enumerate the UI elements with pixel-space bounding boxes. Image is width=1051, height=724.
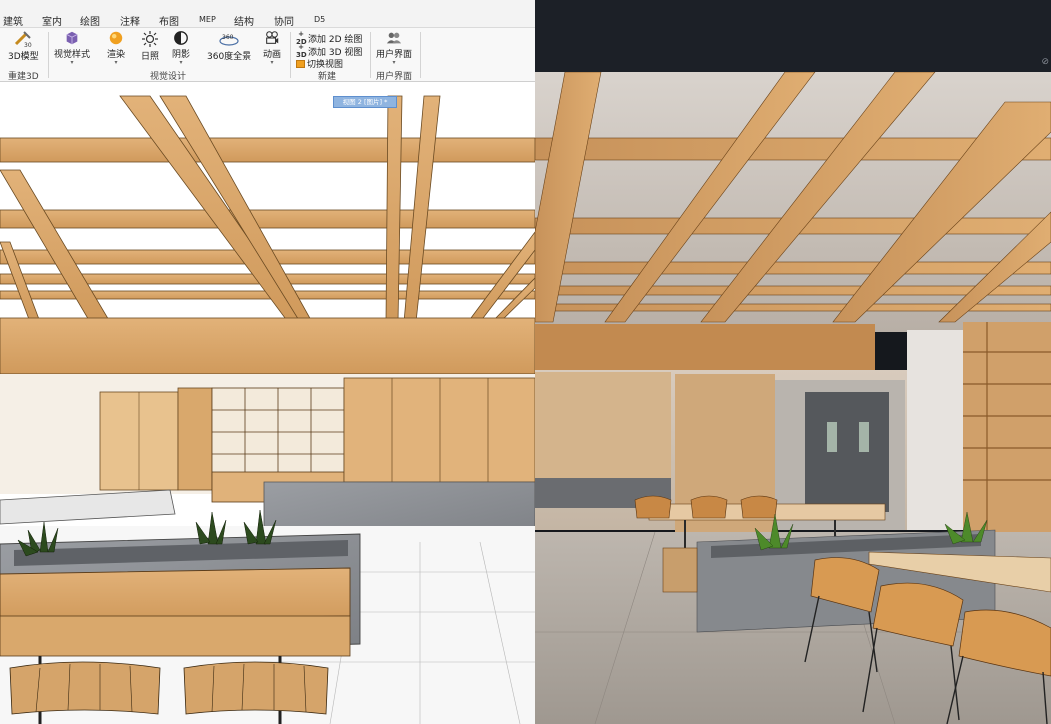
menu-collaborate[interactable]: 协同 bbox=[274, 13, 294, 28]
sun-icon bbox=[142, 31, 158, 47]
panel-corner-icon[interactable]: ⊘ bbox=[1041, 56, 1049, 67]
chevron-down-icon: ▾ bbox=[114, 59, 118, 66]
render-image bbox=[535, 72, 1051, 724]
group-visual-label: 视觉设计 bbox=[150, 72, 187, 82]
cad-3d-viewport[interactable] bbox=[0, 82, 535, 724]
panorama-label: 360度全景 bbox=[207, 52, 252, 62]
camera-icon bbox=[266, 31, 279, 44]
menu-architecture[interactable]: 建筑 bbox=[3, 13, 23, 28]
ribbon-separator bbox=[48, 32, 49, 78]
visual-style-button[interactable]: 视觉样式 ▾ bbox=[54, 30, 90, 66]
sun-button[interactable]: 日照 bbox=[141, 30, 159, 66]
menu-d5[interactable]: D5 bbox=[314, 15, 325, 24]
menu-drawing[interactable]: 绘图 bbox=[80, 13, 100, 28]
group-rebuild-label: 重建3D bbox=[8, 72, 39, 82]
sun-label: 日照 bbox=[141, 52, 160, 62]
group-new-label: 新建 bbox=[318, 72, 337, 82]
cube-icon bbox=[66, 31, 78, 45]
ribbon-separator bbox=[290, 32, 291, 78]
3d-model-icon: 30 bbox=[15, 31, 32, 48]
menu-bar: 建筑 室内 绘图 注释 布图 MEP 结构 协同 D5 bbox=[0, 0, 535, 28]
model3d-label: 3D模型 bbox=[8, 52, 39, 62]
ribbon-separator bbox=[420, 32, 421, 78]
render-top-bar bbox=[535, 0, 1051, 72]
chevron-down-icon: ▾ bbox=[179, 59, 183, 66]
render-preview-panel: ⊘ bbox=[535, 0, 1051, 724]
menu-annotate[interactable]: 注释 bbox=[120, 13, 140, 28]
group-ui-label: 用户界面 bbox=[376, 72, 413, 82]
viewport-tab[interactable]: 视图 2 [图片] * bbox=[333, 96, 397, 108]
menu-layout[interactable]: 布图 bbox=[159, 13, 179, 28]
teapot-sphere-icon bbox=[109, 31, 123, 45]
animation-button[interactable]: 动画 ▾ bbox=[263, 30, 281, 66]
switch-view-icon bbox=[296, 59, 305, 68]
svg-text:30: 30 bbox=[24, 42, 32, 48]
ribbon-toolbar: 30 3D模型 重建3D 视觉样式 ▾ 渲染 ▾ 日照 阴影 ▾ 360 360… bbox=[0, 28, 535, 82]
ribbon-separator bbox=[370, 32, 371, 78]
chevron-down-icon: ▾ bbox=[270, 59, 274, 66]
cad-application-panel: 建筑 室内 绘图 注释 布图 MEP 结构 协同 D5 30 3D模型 重建3D bbox=[0, 0, 535, 724]
menu-structure[interactable]: 结构 bbox=[234, 13, 254, 28]
render-button[interactable]: 渲染 ▾ bbox=[107, 30, 125, 66]
user-interface-button[interactable]: 用户界面 ▾ bbox=[376, 30, 412, 66]
model3d-button[interactable]: 30 3D模型 bbox=[8, 30, 39, 66]
360-panorama-icon: 360 bbox=[219, 34, 239, 46]
shadow-icon bbox=[174, 31, 188, 45]
panorama-button[interactable]: 360 360度全景 bbox=[207, 30, 251, 66]
svg-text:360: 360 bbox=[222, 34, 234, 41]
chevron-down-icon: ▾ bbox=[70, 59, 74, 66]
menu-mep[interactable]: MEP bbox=[199, 15, 216, 24]
users-icon bbox=[386, 32, 402, 44]
shadow-button[interactable]: 阴影 ▾ bbox=[172, 30, 190, 66]
menu-interior[interactable]: 室内 bbox=[42, 13, 62, 28]
add-3d-label: 添加 3D 视图 bbox=[308, 47, 363, 58]
chevron-down-icon: ▾ bbox=[392, 59, 396, 66]
